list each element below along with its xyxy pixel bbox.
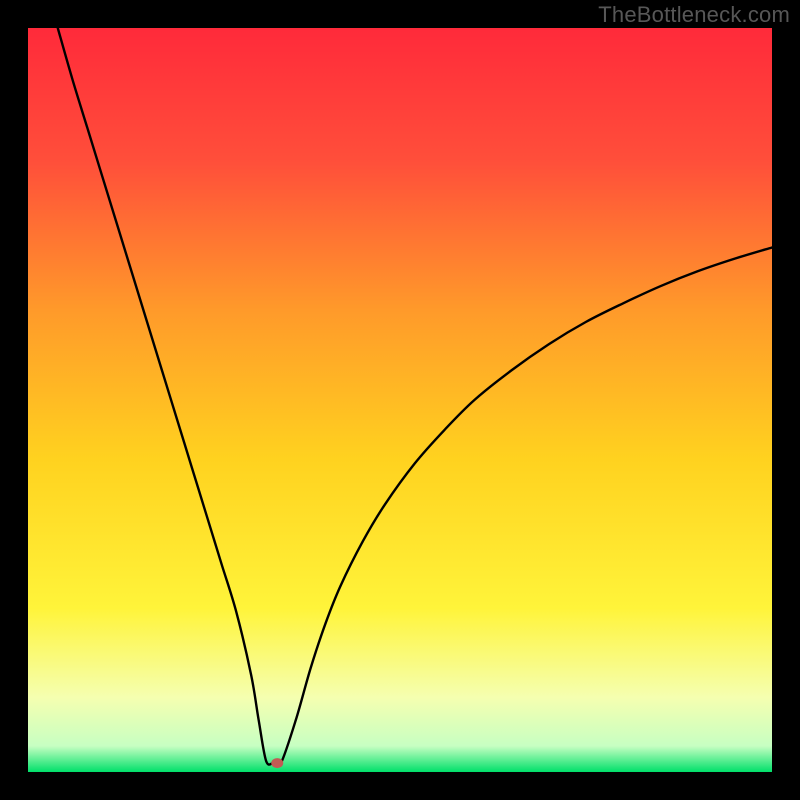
bottleneck-chart [28, 28, 772, 772]
watermark-text: TheBottleneck.com [598, 2, 790, 28]
marker-dot [271, 758, 283, 768]
plot-background [28, 28, 772, 772]
chart-frame: TheBottleneck.com [0, 0, 800, 800]
